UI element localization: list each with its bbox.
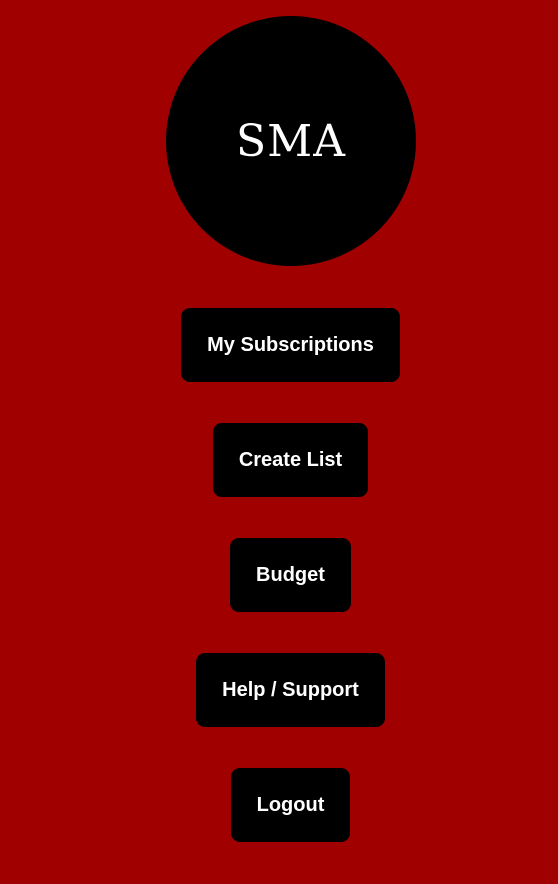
create-list-button[interactable]: Create List [213, 423, 368, 497]
logout-button[interactable]: Logout [231, 768, 350, 842]
logo-text: SMA [236, 115, 346, 167]
help-support-button[interactable]: Help / Support [196, 653, 385, 727]
budget-button[interactable]: Budget [230, 538, 351, 612]
my-subscriptions-button[interactable]: My Subscriptions [181, 308, 400, 382]
app-logo: SMA [166, 16, 416, 266]
